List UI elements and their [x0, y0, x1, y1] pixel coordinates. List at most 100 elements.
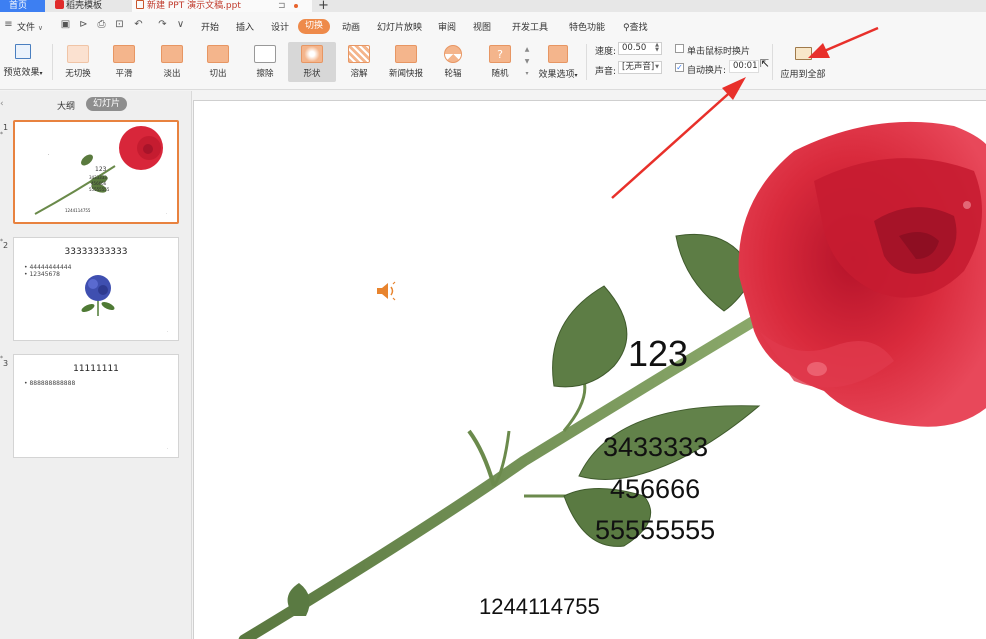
thumb-title: 11111111	[73, 364, 119, 374]
outline-tab[interactable]: 大纲	[57, 99, 75, 112]
menu-design[interactable]: 设计	[271, 20, 289, 33]
menu-view[interactable]: 视图	[473, 20, 491, 33]
speed-label: 速度:	[595, 47, 617, 57]
thumb-bullet-text: 12345678	[29, 271, 60, 278]
effect-options-button[interactable]: 效果选项▾	[535, 42, 581, 80]
transition-label: 切出	[209, 69, 227, 79]
gallery-expand-icon[interactable]: ▾	[525, 70, 528, 77]
sound-select[interactable]: [无声音] ▼	[618, 61, 662, 74]
slides-tab[interactable]: 幻灯片	[86, 97, 128, 111]
customize-toolbar-icon[interactable]: ∨	[175, 19, 186, 30]
transition-smooth-button[interactable]: 平滑	[100, 42, 148, 82]
slide-text-box[interactable]: 456666	[610, 474, 700, 505]
sound-label: 声音:	[595, 67, 617, 77]
transition-newsflash-button[interactable]: 新闻快报	[382, 42, 430, 82]
slide-text-box[interactable]: 1244114755	[479, 594, 600, 620]
ribbon-divider	[52, 44, 53, 80]
transition-shape-button[interactable]: 形状	[288, 42, 336, 82]
transition-dissolve-button[interactable]: 溶解	[335, 42, 383, 82]
transition-label: 轮辐	[444, 69, 462, 79]
thumb-bullet: • 44444444444	[24, 264, 72, 271]
tab-home-label: 首页	[9, 1, 28, 11]
menu-review[interactable]: 审阅	[438, 20, 456, 33]
slide-text-box[interactable]: 123	[628, 333, 688, 375]
apply-to-all-button[interactable]: 应用到全部	[776, 44, 830, 80]
thumb-text: 55555555	[89, 187, 110, 192]
print-icon[interactable]: ⎙	[96, 19, 107, 30]
transition-none-button[interactable]: 无切换	[54, 42, 102, 82]
thumb-text: 1244114755	[65, 208, 91, 213]
transition-label: 平滑	[115, 69, 133, 79]
slide-text-box[interactable]: 55555555	[595, 515, 715, 546]
dropdown-arrow-icon: ▾	[574, 72, 578, 79]
menu-slideshow[interactable]: 幻灯片放映	[377, 20, 422, 33]
thumb-title: 33333333333	[64, 247, 128, 257]
rose-image[interactable]	[194, 101, 986, 639]
auto-advance-time-value: 00:01	[733, 61, 758, 71]
menu-transition[interactable]: 切换	[298, 19, 331, 34]
speed-input[interactable]: 00.50 ▲ ▼	[618, 42, 662, 55]
hydrangea-image-thumb	[81, 275, 115, 316]
tab-document[interactable]: 新建 PPT 演示文稿.ppt ⊐	[132, 0, 312, 12]
audio-speaker-icon[interactable]	[374, 279, 398, 303]
menu-search[interactable]: ⚲查找	[623, 20, 648, 33]
slide-thumbnail-panel: ‹ 大纲 幻灯片 1 * · 123 3433333 456666 555555…	[0, 91, 192, 639]
transition-wipe-icon	[254, 45, 276, 63]
transition-cut-button[interactable]: 切出	[194, 42, 242, 82]
redo-icon[interactable]: ↷	[157, 19, 168, 30]
transition-newsflash-icon	[395, 45, 417, 63]
undo-icon[interactable]: ↶	[133, 19, 144, 30]
click-advance-checkbox[interactable]	[675, 44, 684, 53]
menu-developer[interactable]: 开发工具	[512, 20, 548, 33]
export-pdf-icon[interactable]: ⊳	[78, 19, 89, 30]
dropdown-arrow-icon: ▾	[39, 70, 43, 77]
auto-advance-checkbox[interactable]: ✓	[675, 63, 684, 72]
scroll-down-icon[interactable]: ▼	[525, 58, 530, 65]
transition-label: 形状	[303, 69, 321, 79]
slide-canvas[interactable]: 123 3433333 456666 55555555 1244114755	[193, 100, 986, 639]
transition-label: 随机	[491, 69, 509, 79]
transition-fade-button[interactable]: 淡出	[148, 42, 196, 82]
print-preview-icon[interactable]: ⊡	[114, 19, 125, 30]
apply-to-all-label: 应用到全部	[780, 70, 826, 80]
collapse-panel-icon[interactable]: ‹	[0, 99, 4, 109]
menu-insert[interactable]: 插入	[236, 20, 254, 33]
hamburger-menu-icon[interactable]: ≡	[3, 19, 14, 30]
transition-label: 无切换	[65, 69, 91, 79]
animation-star-icon: *	[0, 238, 3, 245]
menu-animation[interactable]: 动画	[342, 20, 360, 33]
tab-template[interactable]: 稻壳模板	[52, 0, 128, 12]
transition-cut-icon	[207, 45, 229, 63]
animation-star-icon: *	[0, 355, 3, 362]
transition-label: 新闻快报	[388, 69, 423, 79]
sound-value: [无声音]	[622, 62, 655, 72]
transition-dissolve-icon	[348, 45, 370, 63]
menu-file[interactable]: 文件 ∨	[17, 20, 43, 33]
spinner-icon[interactable]: ▲ ▼	[655, 43, 659, 53]
docer-logo-icon	[55, 0, 64, 9]
transition-wipe-button[interactable]: 擦除	[241, 42, 289, 82]
slide-thumbnail-1[interactable]: · 123 3433333 456666 55555555 1244114755…	[13, 120, 179, 224]
gallery-scroll[interactable]: ▲ ▼ ▾	[523, 44, 531, 80]
menu-special[interactable]: 特色功能	[569, 20, 605, 33]
pin-icon[interactable]: ⊐	[278, 0, 286, 12]
transition-random-button[interactable]: ? 随机	[476, 42, 524, 82]
thumb-mark: ·	[48, 152, 50, 157]
slide-thumbnail-2[interactable]: 33333333333 • 44444444444 • 12345678 ·	[13, 237, 179, 341]
save-icon[interactable]: ▣	[60, 19, 71, 30]
tab-home[interactable]: 首页	[0, 0, 45, 12]
preview-effect-button[interactable]: 预览效果▾	[0, 44, 46, 78]
menu-start[interactable]: 开始	[201, 20, 219, 33]
auto-advance-label: 自动换片:	[687, 66, 727, 76]
rose-image-thumb	[34, 126, 163, 215]
thumb-bullet: • 12345678	[24, 271, 60, 278]
auto-advance-time-input[interactable]: 00:01	[729, 60, 759, 73]
transition-wheel-button[interactable]: 轮辐	[429, 42, 477, 82]
chevron-down-icon: ∨	[37, 24, 44, 32]
slide-thumbnail-3[interactable]: 11111111 • 888888888888 ·	[13, 354, 179, 458]
scroll-up-icon[interactable]: ▲	[525, 46, 530, 53]
transition-label: 溶解	[350, 69, 368, 79]
transition-none-icon	[67, 45, 89, 63]
apply-all-icon	[794, 47, 812, 60]
slide-text-box[interactable]: 3433333	[603, 432, 708, 463]
